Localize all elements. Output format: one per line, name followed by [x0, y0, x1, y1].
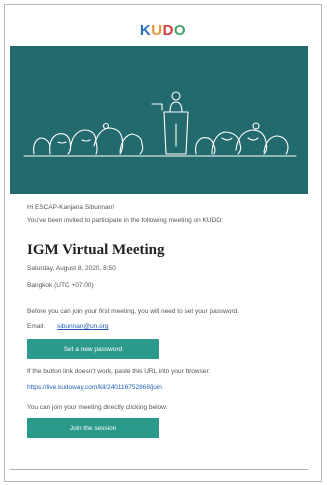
meeting-timezone: Bangkok (UTC +07:00): [27, 282, 94, 289]
logo-letter-d: D: [162, 21, 174, 39]
footer-divider: [10, 469, 308, 470]
email-row: Email: sibunnan@un.org: [27, 322, 312, 331]
logo-letter-k: K: [139, 21, 152, 39]
direct-join-note: You can join your meeting directly click…: [27, 404, 168, 411]
invite-text: You've been invited to participate in th…: [27, 217, 224, 224]
kudo-logo: K U D O: [140, 22, 186, 39]
meeting-date: Saturday, August 8, 2020, 8:50: [27, 265, 116, 272]
password-note: Before you can join your first meeting, …: [27, 308, 240, 315]
join-session-button[interactable]: Join the session: [27, 418, 159, 438]
hero-illustration: [10, 46, 308, 194]
email-link[interactable]: sibunnan@un.org: [57, 322, 108, 331]
set-password-button[interactable]: Set a new password: [27, 339, 159, 359]
fallback-url-link[interactable]: https://live.kudoway.com/kll/24011675286…: [27, 383, 312, 392]
logo-letter-o: O: [173, 21, 187, 39]
greeting-text: Hi ESCAP-Kanjana Sibunnan!: [27, 204, 115, 211]
email-body: Hi ESCAP-Kanjana Sibunnan! You've been i…: [27, 203, 312, 438]
fallback-note: If the button link doesn't work, paste t…: [27, 368, 211, 375]
meeting-title: IGM Virtual Meeting: [27, 242, 165, 258]
email-label: Email:: [27, 323, 46, 330]
logo-letter-u: U: [151, 21, 163, 39]
